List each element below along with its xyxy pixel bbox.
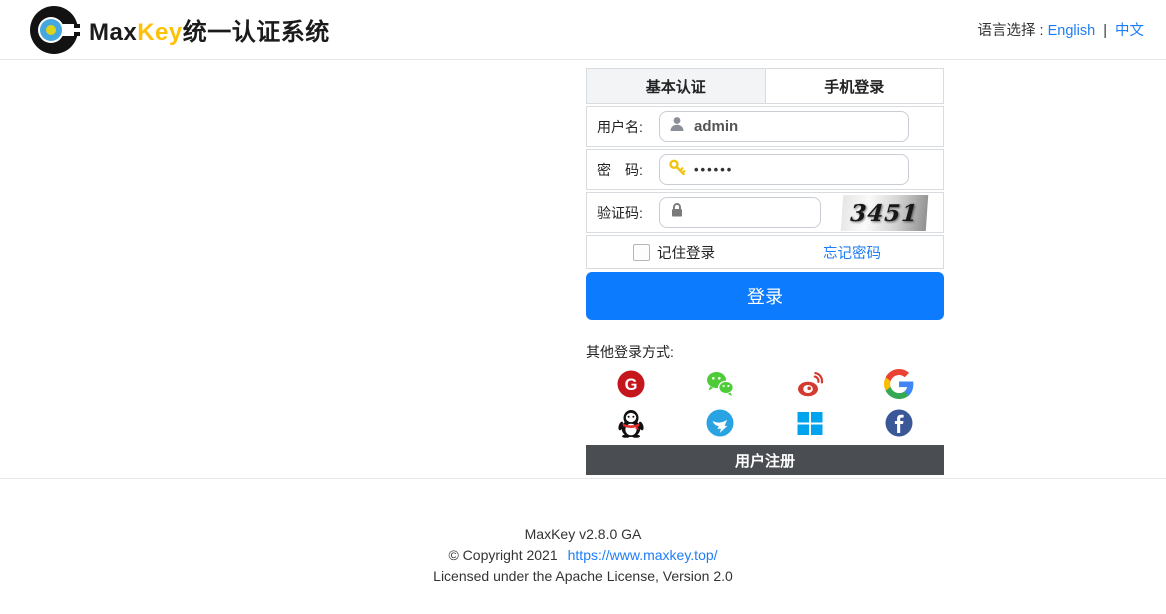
login-panel: 基本认证 手机登录 用户名: 密 码:	[586, 68, 944, 475]
footer-copyright: © Copyright 2021	[448, 547, 557, 563]
language-english-link[interactable]: English	[1048, 23, 1096, 39]
login-button[interactable]: 登录	[586, 272, 944, 320]
captcha-row: 验证码: 3451	[586, 192, 944, 233]
footer-divider	[0, 478, 1166, 479]
google-login-icon[interactable]	[884, 369, 914, 399]
windows-login-icon[interactable]	[795, 408, 825, 438]
weibo-login-icon[interactable]	[795, 369, 825, 399]
maxkey-logo-icon	[28, 4, 80, 56]
language-label: 语言选择 :	[978, 23, 1044, 39]
password-row: 密 码:	[586, 149, 944, 190]
user-icon	[668, 115, 686, 138]
password-label: 密 码:	[597, 160, 659, 180]
register-button[interactable]: 用户注册	[586, 445, 944, 475]
login-tabs: 基本认证 手机登录	[586, 68, 944, 104]
dingtalk-login-icon[interactable]	[705, 408, 735, 438]
captcha-input-box	[659, 197, 821, 228]
username-row: 用户名:	[586, 106, 944, 147]
social-login-providers: G	[586, 369, 944, 438]
facebook-login-icon[interactable]	[884, 408, 914, 438]
username-input-box	[659, 111, 909, 142]
language-chinese-link[interactable]: 中文	[1115, 23, 1144, 39]
qq-login-icon[interactable]	[616, 408, 646, 438]
lock-icon	[668, 201, 686, 224]
password-input-box	[659, 154, 909, 185]
language-selector: 语言选择 : English | 中文	[978, 19, 1145, 40]
app-title-prefix: Max	[89, 19, 137, 46]
footer-site-link[interactable]: https://www.maxkey.top/	[568, 547, 718, 563]
remember-row: 记住登录 忘记密码	[586, 235, 944, 269]
username-label: 用户名:	[597, 117, 659, 137]
captcha-input[interactable]	[694, 204, 812, 221]
footer: MaxKey v2.8.0 GA © Copyright 2021 https:/…	[0, 524, 1166, 587]
tab-mobile-login[interactable]: 手机登录	[766, 69, 944, 103]
app-title-suffix: 统一认证系统	[183, 19, 330, 46]
gitee-login-icon[interactable]: G	[616, 369, 646, 399]
app-title-accent: Key	[137, 19, 183, 46]
footer-version: MaxKey v2.8.0 GA	[0, 524, 1166, 545]
header: MaxKey统一认证系统 语言选择 : English | 中文	[0, 0, 1166, 60]
svg-text:G: G	[624, 376, 637, 394]
remember-label: 记住登录	[657, 242, 715, 263]
key-icon	[668, 158, 686, 181]
other-login-methods-label: 其他登录方式:	[586, 342, 944, 362]
captcha-label: 验证码:	[597, 203, 659, 223]
forgot-password-link[interactable]: 忘记密码	[823, 242, 881, 263]
tab-basic-auth[interactable]: 基本认证	[587, 69, 766, 103]
username-input[interactable]	[694, 118, 900, 135]
wechat-login-icon[interactable]	[705, 369, 735, 399]
app-title: MaxKey统一认证系统	[89, 12, 330, 47]
password-input[interactable]	[694, 162, 900, 177]
maxkey-login-page: MaxKey统一认证系统 语言选择 : English | 中文 基本认证 手机…	[0, 0, 1166, 614]
footer-license: Licensed under the Apache License, Versi…	[0, 566, 1166, 587]
remember-checkbox[interactable]	[633, 244, 650, 261]
captcha-image[interactable]: 3451	[841, 195, 929, 231]
language-separator: |	[1103, 23, 1107, 39]
brand: MaxKey统一认证系统	[28, 4, 330, 56]
